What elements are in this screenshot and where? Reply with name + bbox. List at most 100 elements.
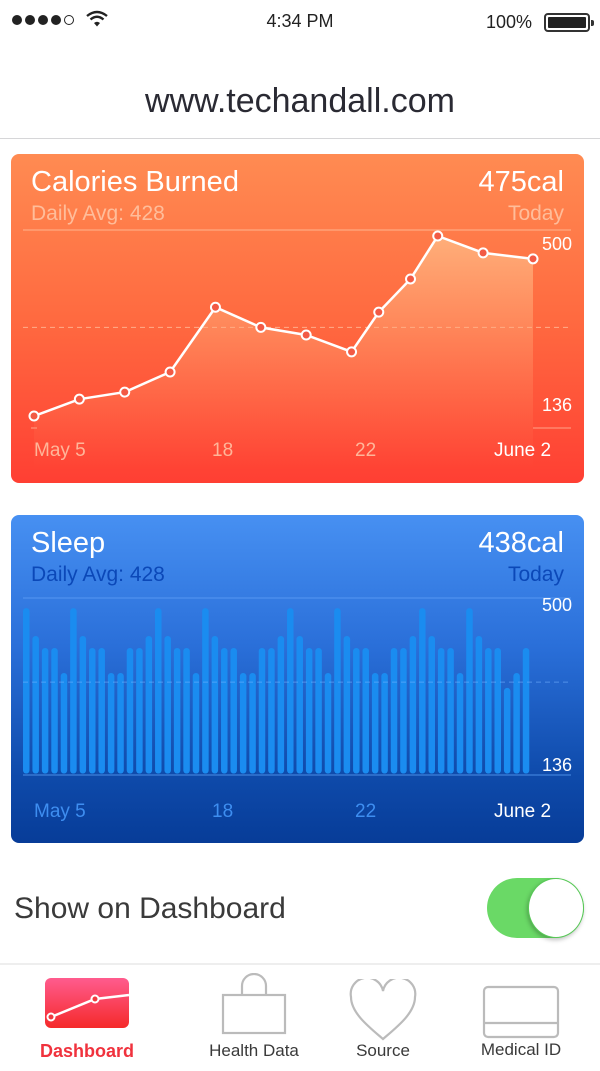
sleep-bar [230, 648, 237, 774]
sleep-bar [60, 673, 68, 774]
sleep-bar [32, 635, 39, 774]
card-value: 475cal [478, 166, 564, 198]
period-label: Today [507, 202, 564, 225]
data-point [405, 273, 417, 285]
status-bar: 4:34 PM 100% [0, 0, 600, 44]
dashboard-icon [45, 978, 130, 1028]
y-tick-min: 136 [541, 395, 572, 415]
sleep-bar [145, 635, 153, 774]
line-area-fill [34, 235, 533, 468]
sleep-bar [51, 648, 58, 774]
tab-dashboard[interactable]: Dashboard [12, 965, 162, 1071]
tab-health-data[interactable]: Health Data [179, 965, 329, 1071]
sleep-bar [494, 648, 501, 774]
y-tick-max: 500 [541, 595, 572, 615]
sleep-bar [353, 648, 360, 774]
x-tick-label: May 5 [34, 440, 86, 461]
daily-average: Daily Avg: 428 [31, 563, 165, 586]
data-point [527, 253, 539, 265]
sleep-bar [41, 648, 49, 774]
sleep-bar [258, 648, 266, 774]
data-point [164, 366, 176, 378]
tab-label: Dashboard [39, 1041, 135, 1061]
card-title: Calories Burned [31, 166, 239, 198]
sleep-bar [315, 648, 322, 774]
sleep-bar [70, 608, 77, 774]
sleep-bar [221, 648, 228, 774]
data-point [209, 301, 221, 313]
y-tick-min: 136 [541, 755, 572, 775]
sleep-bar [400, 648, 407, 774]
heart-icon [349, 979, 417, 1041]
sleep-bar [456, 673, 464, 774]
sleep-bar [466, 608, 473, 774]
sleep-bar [362, 648, 369, 774]
card-value: 438cal [478, 527, 564, 559]
sleep-bar [305, 648, 313, 774]
sleep-bar [522, 648, 530, 774]
period-label: Today [507, 563, 564, 586]
sleep-bar [249, 673, 256, 774]
sleep-bar [126, 648, 134, 774]
sleep-bar [98, 648, 105, 774]
battery-icon [544, 13, 594, 32]
sleep-bar [202, 608, 209, 774]
sleep-bar [343, 635, 351, 774]
tab-label: Medical ID [480, 1040, 562, 1059]
sleep-bar [277, 635, 285, 774]
tab-label: Source [356, 1041, 410, 1060]
sleep-bar [334, 608, 341, 774]
tab-medical-id[interactable]: Medical ID [446, 965, 596, 1071]
sleep-bar [79, 635, 87, 774]
sleep-bar [503, 687, 511, 774]
card-title: Sleep [31, 527, 106, 559]
data-point [477, 247, 489, 259]
show-on-dashboard-toggle[interactable] [487, 878, 584, 938]
data-point [346, 346, 358, 358]
x-tick-label: 18 [212, 440, 234, 461]
sleep-card[interactable]: Sleep 438cal Daily Avg: 428 Today 500 13… [11, 515, 584, 843]
sleep-bar [371, 673, 379, 774]
sleep-bar [447, 648, 454, 774]
daily-average: Daily Avg: 428 [31, 202, 165, 225]
sleep-bar [324, 673, 332, 774]
data-point [300, 329, 312, 341]
calories-card[interactable]: Calories Burned 475cal Daily Avg: 428 To… [11, 154, 584, 483]
x-tick-label: June 2 [494, 440, 552, 461]
data-point [28, 410, 40, 422]
x-tick-label: May 5 [34, 801, 86, 822]
sleep-bar [23, 608, 30, 774]
data-point [119, 386, 131, 398]
tab-label: Health Data [209, 1041, 299, 1060]
sleep-bar [211, 635, 219, 774]
sleep-bar [437, 648, 445, 774]
sleep-bar [173, 648, 181, 774]
sleep-bar [428, 635, 435, 774]
sleep-bar [390, 648, 398, 774]
sleep-bar [485, 648, 492, 774]
sleep-bar [268, 648, 275, 774]
data-point [432, 230, 444, 242]
sleep-bar [192, 673, 200, 774]
tab-bar: Dashboard Health Data Source Medical ID [0, 963, 600, 1071]
sleep-bar [183, 648, 190, 774]
sleep-bar [155, 608, 162, 774]
data-point [73, 393, 85, 405]
x-tick-label: June 2 [494, 801, 552, 822]
sleep-bar [287, 608, 294, 774]
bag-icon [221, 973, 287, 1035]
y-tick-max: 500 [541, 234, 572, 254]
nav-divider [0, 138, 600, 139]
toggle-knob [528, 878, 584, 938]
sleep-bar [89, 648, 96, 774]
page-title: www.techandall.com [145, 82, 455, 120]
id-card-icon [482, 985, 560, 1039]
data-point [373, 306, 385, 318]
sleep-bar [117, 673, 124, 774]
sleep-bar [513, 673, 520, 774]
x-tick-label: 18 [212, 801, 234, 822]
tab-source[interactable]: Source [308, 965, 458, 1071]
sleep-bar [239, 673, 247, 774]
sleep-bar [136, 648, 143, 774]
sleep-bar [164, 635, 171, 774]
